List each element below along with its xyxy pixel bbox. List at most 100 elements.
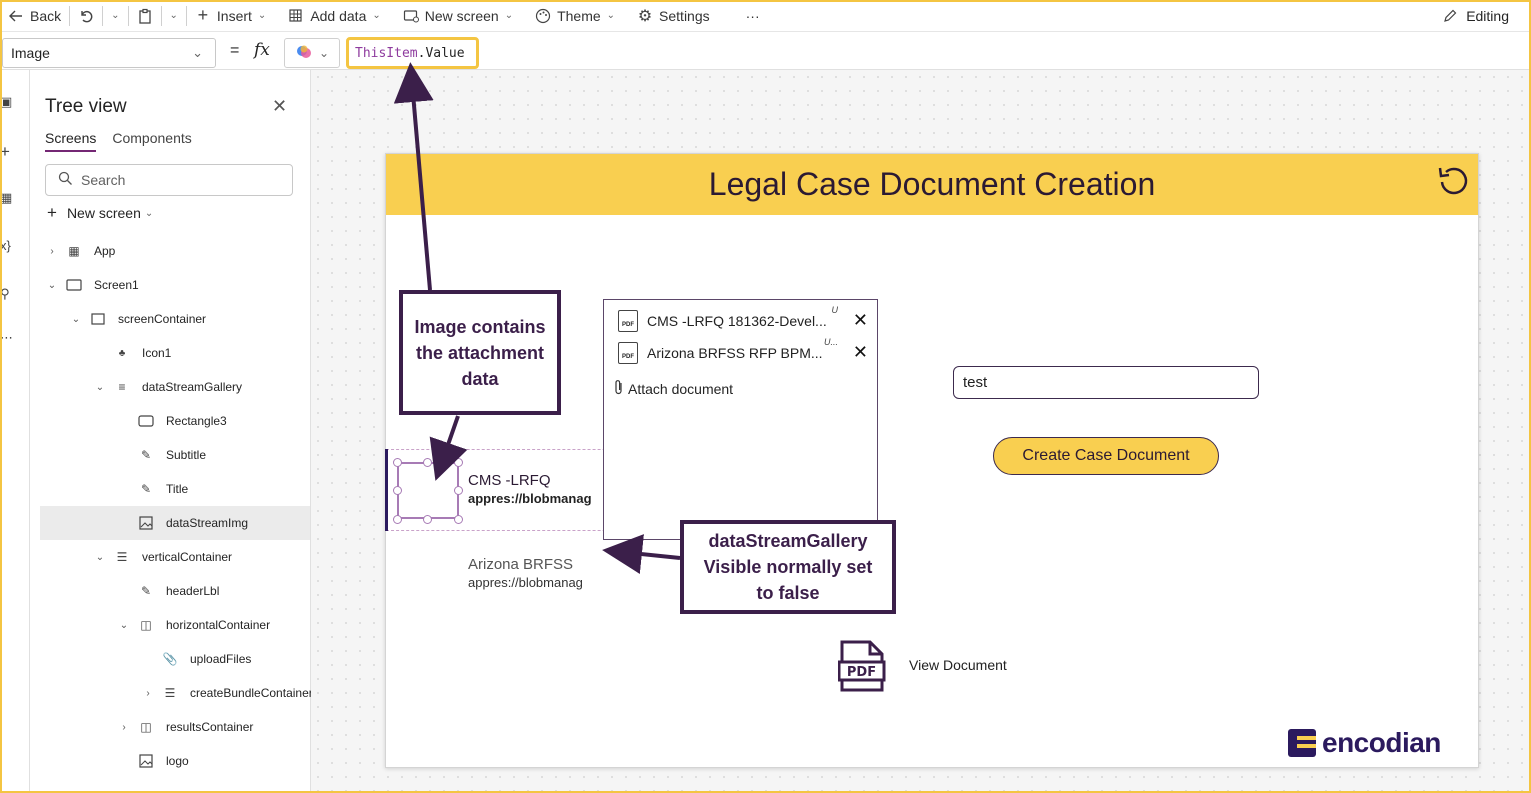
formula-keyword: ThisItem	[355, 45, 418, 61]
tree-node-app[interactable]: › ▦ App	[40, 234, 310, 268]
tree-node-label: Screen1	[94, 278, 139, 292]
attachment-badge: U	[831, 305, 839, 315]
table-add-icon	[288, 8, 304, 24]
layers-icon[interactable]: ▣	[0, 94, 14, 110]
tree-node-createbundlecontainer[interactable]: › ☰ createBundleContainer	[40, 676, 313, 710]
chevron-down-icon[interactable]: ⌄	[118, 620, 130, 631]
tab-components[interactable]: Components	[112, 130, 191, 152]
chevron-right-icon[interactable]: ›	[46, 246, 58, 257]
tree-node-datastreamimg[interactable]: dataStreamImg	[40, 506, 310, 540]
encodian-logo: encodian	[1288, 727, 1441, 759]
attachment-item[interactable]: PDF Arizona BRFSS RFP BPM... U... ✕	[618, 337, 868, 365]
screen-icon	[65, 277, 83, 293]
tree-node-icon1[interactable]: ♣ Icon1	[40, 336, 310, 370]
attachment-badge: U...	[823, 337, 838, 347]
paste-button[interactable]	[129, 0, 161, 32]
tree-node-datastreamgallery[interactable]: ⌄ ≡ dataStreamGallery	[40, 370, 310, 404]
new-screen-button[interactable]: New screen ⌄	[395, 0, 521, 32]
attachment-name: CMS -LRFQ 181362-Devel...	[647, 313, 827, 329]
property-dropdown[interactable]: Image ⌄	[2, 38, 216, 68]
resize-handle[interactable]	[393, 458, 402, 467]
app-title: Legal Case Document Creation	[708, 166, 1156, 202]
clipboard-icon	[137, 8, 153, 24]
chevron-right-icon[interactable]: ›	[142, 688, 154, 699]
tree-node-label: horizontalContainer	[166, 618, 271, 632]
search-icon	[58, 171, 73, 189]
label-edit-icon: ✎	[140, 448, 152, 462]
tree-node-verticalcontainer[interactable]: ⌄ ☰ verticalContainer	[40, 540, 310, 574]
chevron-down-icon[interactable]: ⌄	[94, 552, 106, 563]
remove-attachment-icon[interactable]: ✕	[853, 310, 868, 331]
datastream-img[interactable]	[397, 462, 459, 519]
variables-icon[interactable]: x}	[0, 238, 14, 253]
tree-node-screencontainer[interactable]: ⌄ screenContainer	[40, 302, 310, 336]
chevron-down-icon[interactable]: ⌄	[46, 280, 58, 291]
tree-node-subtitle[interactable]: ✎ Subtitle	[40, 438, 310, 472]
resize-handle[interactable]	[423, 515, 432, 524]
new-screen-label: New screen	[424, 7, 499, 24]
add-data-button[interactable]: Add data ⌄	[280, 0, 388, 32]
tree-node-label: Icon1	[142, 346, 172, 360]
editing-indicator[interactable]: Editing	[1442, 0, 1509, 32]
chevron-down-icon[interactable]: ⌄	[94, 382, 106, 393]
label-edit-icon: ✎	[140, 584, 152, 598]
more-rail-icon[interactable]: ⋯	[0, 330, 14, 346]
resize-handle[interactable]	[454, 515, 463, 524]
attach-document-link[interactable]: Attach document	[614, 379, 733, 398]
upload-files-control[interactable]: PDF CMS -LRFQ 181362-Devel... U ✕ PDF Ar…	[603, 299, 878, 540]
paperclip-icon	[614, 379, 624, 398]
tree-node-label: verticalContainer	[142, 550, 233, 564]
tree-node-rectangle3[interactable]: Rectangle3	[40, 404, 310, 438]
resize-handle[interactable]	[393, 486, 402, 495]
tab-screens[interactable]: Screens	[45, 130, 97, 152]
tree-node-label: createBundleContainer	[190, 686, 313, 700]
insert-button[interactable]: + Insert ⌄	[187, 0, 274, 32]
settings-button[interactable]: ⚙ Settings	[629, 0, 718, 32]
undo-icon	[78, 8, 94, 24]
chevron-down-icon[interactable]: ⌄	[70, 314, 82, 325]
new-screen-tree-button[interactable]: + New screen ⌄	[47, 203, 153, 223]
tree-node-logo[interactable]: logo	[40, 744, 310, 778]
create-case-document-button[interactable]: Create Case Document	[993, 437, 1219, 475]
resize-handle[interactable]	[423, 458, 432, 467]
logo-text: encodian	[1322, 727, 1441, 758]
tree-node-uploadfiles[interactable]: 📎 uploadFiles	[40, 642, 310, 676]
paste-dropdown[interactable]: ⌄	[162, 0, 186, 32]
tree-node-label: Subtitle	[166, 448, 207, 462]
tree-view-title: Tree view	[45, 96, 127, 117]
undo-dropdown[interactable]: ⌄	[103, 0, 127, 32]
tree-node-resultscontainer[interactable]: › ◫ resultsContainer	[40, 710, 310, 744]
tree-node-horizontalcontainer[interactable]: ⌄ ◫ horizontalContainer	[40, 608, 310, 642]
tree-view-panel: Tree view ✕ Screens Components Search + …	[30, 70, 313, 793]
chevron-right-icon[interactable]: ›	[118, 722, 130, 733]
search-input[interactable]: Search	[45, 164, 293, 196]
more-button[interactable]: ···	[738, 0, 768, 32]
gallery-item-subtitle: appres://blobmanag	[468, 491, 592, 506]
settings-label: Settings	[659, 7, 710, 24]
resize-handle[interactable]	[454, 486, 463, 495]
data-icon[interactable]: ▦	[0, 190, 14, 206]
back-button[interactable]: Back	[0, 0, 69, 32]
pdf-document-icon[interactable]: PDF	[837, 640, 888, 692]
resize-handle[interactable]	[454, 458, 463, 467]
copilot-button[interactable]: ⌄	[284, 38, 340, 68]
refresh-icon[interactable]	[1432, 160, 1472, 200]
close-icon[interactable]: ✕	[272, 96, 287, 117]
insert-icon[interactable]: +	[0, 142, 14, 162]
remove-attachment-icon[interactable]: ✕	[853, 342, 868, 363]
tree-node-title[interactable]: ✎ Title	[40, 472, 310, 506]
formula-input[interactable]: ThisItem .Value	[346, 37, 479, 69]
search-rail-icon[interactable]: ⚲	[0, 286, 14, 302]
gallery-item-subtitle: appres://blobmanag	[468, 575, 583, 590]
resize-handle[interactable]	[393, 515, 402, 524]
tree-node-label: logo	[166, 754, 189, 768]
attachment-item[interactable]: PDF CMS -LRFQ 181362-Devel... U ✕	[618, 305, 868, 333]
insert-label: Insert	[216, 7, 252, 24]
tree-node-label: dataStreamImg	[166, 516, 249, 530]
undo-button[interactable]	[70, 0, 102, 32]
tree-node-headerlbl[interactable]: ✎ headerLbl	[40, 574, 310, 608]
tree-node-screen1[interactable]: ⌄ Screen1	[40, 268, 310, 302]
left-rail: ▣ + ▦ x} ⚲ ⋯	[0, 70, 30, 793]
theme-button[interactable]: Theme ⌄	[527, 0, 623, 32]
text-input[interactable]: test	[953, 366, 1259, 399]
